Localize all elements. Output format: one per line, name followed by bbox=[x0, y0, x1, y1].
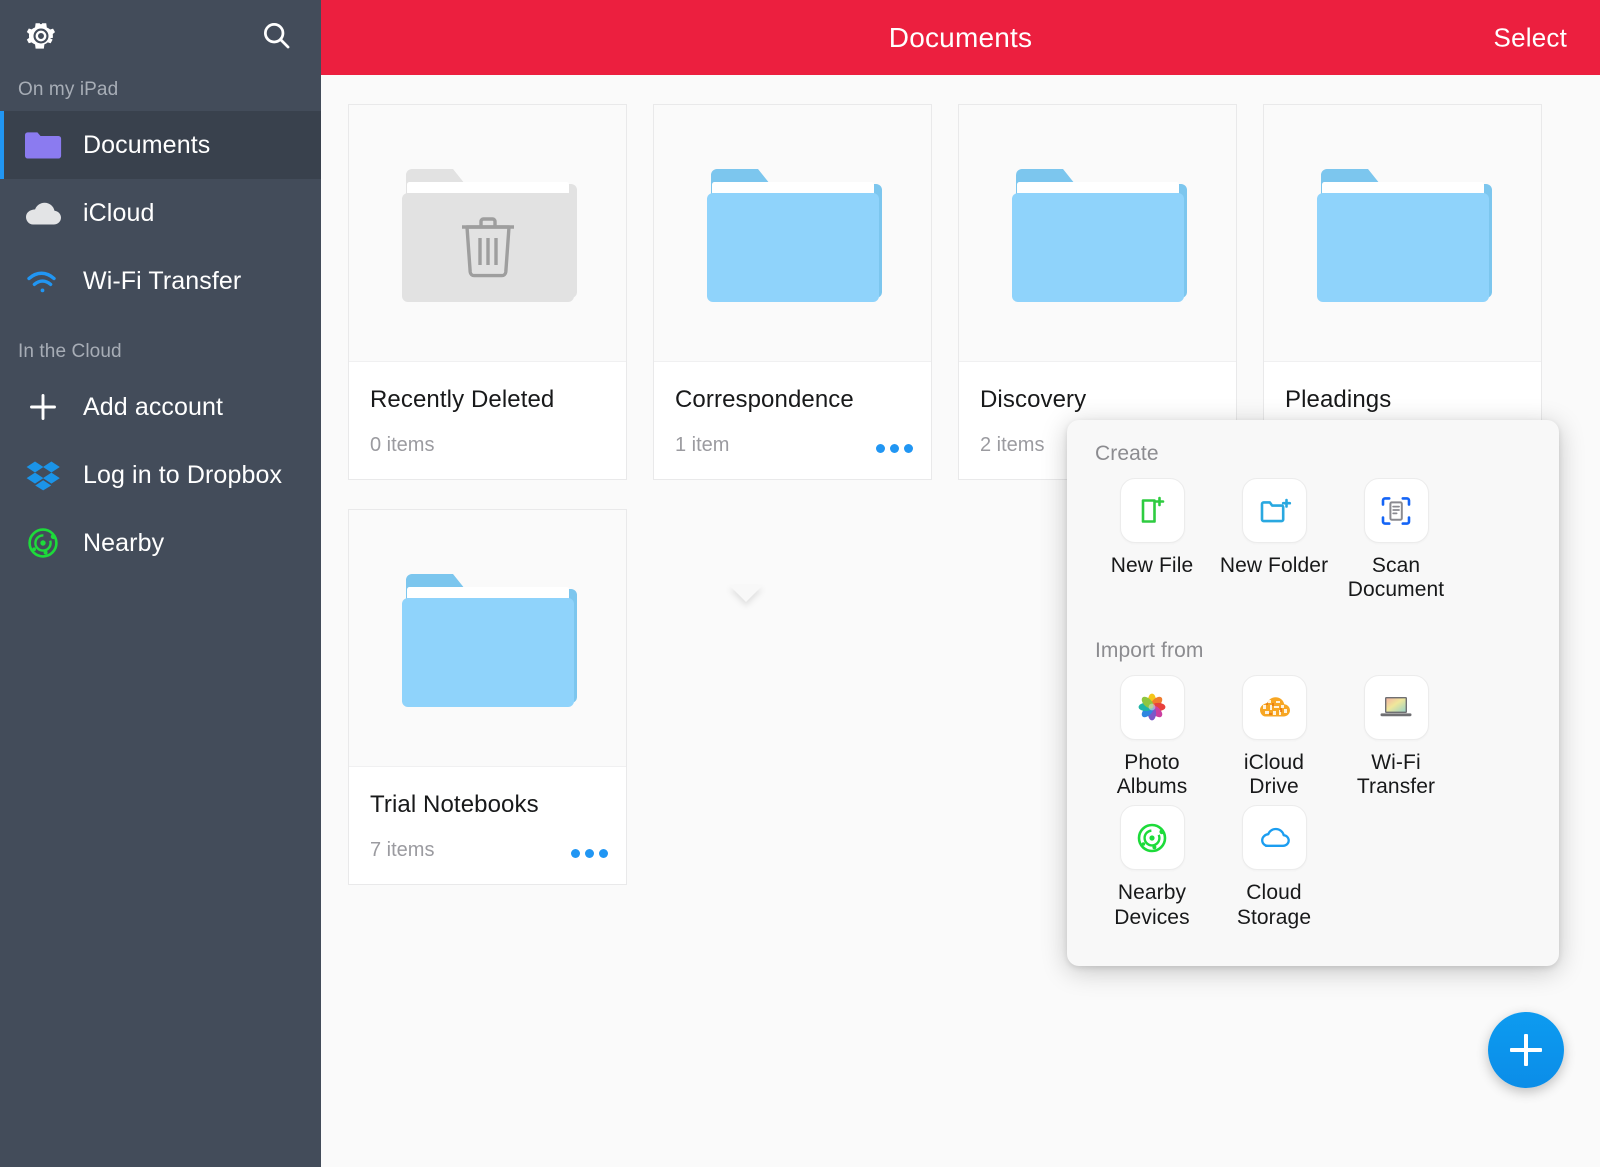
popover-item-label: Scan Document bbox=[1347, 554, 1445, 602]
sidebar-item-icloud[interactable]: iCloud bbox=[0, 179, 321, 247]
folder-card-body: Correspondence 1 item bbox=[654, 362, 931, 479]
sidebar-divider bbox=[0, 315, 321, 333]
folder-card-recently-deleted[interactable]: Recently Deleted 0 items bbox=[348, 104, 627, 480]
folder-item-count: 1 item bbox=[675, 434, 730, 456]
popover-item-label: Photo Albums bbox=[1116, 750, 1188, 799]
cloud-outline-icon bbox=[1241, 805, 1307, 871]
folder-thumbnail bbox=[349, 105, 626, 362]
folder-icon bbox=[22, 124, 64, 166]
folder-card-body: Recently Deleted 0 items bbox=[349, 362, 626, 479]
folder-thumbnail bbox=[654, 105, 931, 362]
new-file-icon bbox=[1119, 478, 1185, 543]
folder-name: Discovery bbox=[980, 386, 1087, 413]
dropbox-icon bbox=[22, 454, 64, 496]
popover-item-photo-albums[interactable]: Photo Albums bbox=[1091, 674, 1213, 800]
sidebar-item-label: iCloud bbox=[83, 198, 155, 227]
folder-item-count: 0 items bbox=[370, 434, 435, 456]
sidebar: On my iPad Documents iCloud Wi-Fi Transf… bbox=[0, 0, 321, 1167]
wifi-icon bbox=[22, 260, 64, 302]
popover-item-scan-document[interactable]: Scan Document bbox=[1335, 478, 1457, 603]
popover-item-label: New File bbox=[1110, 554, 1194, 577]
sidebar-item-label: Add account bbox=[83, 392, 224, 421]
folder-name: Recently Deleted bbox=[370, 386, 555, 413]
popover-spacer bbox=[1091, 609, 1535, 639]
popover-item-label: iCloud Drive bbox=[1243, 750, 1305, 799]
blue-folder-icon bbox=[401, 574, 577, 707]
popover-item-label: Wi-Fi Transfer bbox=[1356, 750, 1436, 799]
folder-name: Correspondence bbox=[675, 386, 854, 413]
scan-document-icon bbox=[1363, 478, 1429, 543]
blue-folder-icon bbox=[706, 169, 882, 302]
popover-tail bbox=[729, 585, 763, 602]
sidebar-item-add-account[interactable]: Add account bbox=[0, 373, 321, 441]
popover-item-nearby-devices[interactable]: Nearby Devices bbox=[1091, 805, 1213, 930]
select-button[interactable]: Select bbox=[1494, 22, 1567, 53]
plus-icon bbox=[22, 386, 64, 428]
nearby-radar-icon bbox=[22, 522, 64, 564]
add-menu-popover: Create New File New Folder Scan Document… bbox=[1067, 420, 1559, 967]
app-root: On my iPad Documents iCloud Wi-Fi Transf… bbox=[0, 0, 1600, 1167]
sidebar-section-label-on-my-ipad: On my iPad bbox=[18, 79, 119, 100]
gear-icon[interactable] bbox=[20, 15, 62, 57]
title-bar: Documents Select bbox=[321, 0, 1600, 75]
cloud-icon bbox=[22, 192, 64, 234]
popover-item-icloud-drive[interactable]: iCloud Drive bbox=[1213, 674, 1335, 800]
blue-folder-icon bbox=[1316, 169, 1492, 302]
popover-section-label-create: Create bbox=[1095, 442, 1159, 465]
popover-item-cloud-storage[interactable]: Cloud Storage bbox=[1213, 805, 1335, 930]
sidebar-item-nearby[interactable]: Nearby bbox=[0, 509, 321, 577]
sidebar-item-label: Log in to Dropbox bbox=[83, 460, 283, 489]
sidebar-item-label: Wi-Fi Transfer bbox=[83, 266, 242, 295]
sidebar-item-label: Nearby bbox=[83, 528, 165, 557]
folder-card-trial-notebooks[interactable]: Trial Notebooks 7 items bbox=[348, 509, 627, 885]
blue-folder-icon bbox=[1011, 169, 1187, 302]
folder-item-count: 7 items bbox=[370, 839, 435, 861]
photos-icon bbox=[1119, 674, 1185, 740]
sidebar-item-documents[interactable]: Documents bbox=[0, 111, 321, 179]
sidebar-section-label-in-the-cloud: In the Cloud bbox=[18, 341, 122, 362]
sidebar-toolbar bbox=[0, 0, 321, 71]
folder-thumbnail bbox=[1264, 105, 1541, 362]
folder-card-body: Trial Notebooks 7 items bbox=[349, 767, 626, 884]
sidebar-item-label: Documents bbox=[83, 130, 211, 159]
sidebar-item-dropbox[interactable]: Log in to Dropbox bbox=[0, 441, 321, 509]
popover-item-new-folder[interactable]: New Folder bbox=[1213, 478, 1335, 603]
folder-item-count: 2 items bbox=[980, 434, 1045, 456]
folder-more-button[interactable] bbox=[571, 849, 608, 858]
popover-item-label: Cloud Storage bbox=[1236, 881, 1312, 929]
popover-import-group: Photo Albums iCloud Drive Wi-Fi Transfer… bbox=[1091, 674, 1535, 936]
main-content: Documents Select Recently Deleted 0 item… bbox=[321, 0, 1600, 1167]
search-icon[interactable] bbox=[255, 15, 297, 57]
popover-item-label: Nearby Devices bbox=[1114, 881, 1190, 929]
popover-item-label: New Folder bbox=[1219, 554, 1329, 577]
icloud-drive-icon bbox=[1241, 674, 1307, 740]
folder-card-correspondence[interactable]: Correspondence 1 item bbox=[653, 104, 932, 480]
page-title: Documents bbox=[888, 21, 1033, 53]
trash-folder-icon bbox=[401, 169, 577, 302]
popover-section-label-import-from: Import from bbox=[1095, 638, 1204, 662]
folder-thumbnail bbox=[959, 105, 1236, 362]
new-folder-icon bbox=[1241, 478, 1307, 543]
nearby-radar-icon bbox=[1119, 805, 1185, 871]
sidebar-item-wifi-transfer[interactable]: Wi-Fi Transfer bbox=[0, 247, 321, 315]
add-fab-button[interactable] bbox=[1488, 1012, 1564, 1088]
popover-create-group: New File New Folder Scan Document bbox=[1091, 478, 1535, 609]
folder-thumbnail bbox=[349, 510, 626, 767]
folder-name: Trial Notebooks bbox=[370, 791, 539, 818]
popover-item-wifi-transfer[interactable]: Wi-Fi Transfer bbox=[1335, 674, 1457, 800]
laptop-icon bbox=[1363, 674, 1429, 740]
folder-more-button[interactable] bbox=[876, 444, 913, 453]
folder-name: Pleadings bbox=[1285, 386, 1392, 413]
popover-item-new-file[interactable]: New File bbox=[1091, 478, 1213, 603]
